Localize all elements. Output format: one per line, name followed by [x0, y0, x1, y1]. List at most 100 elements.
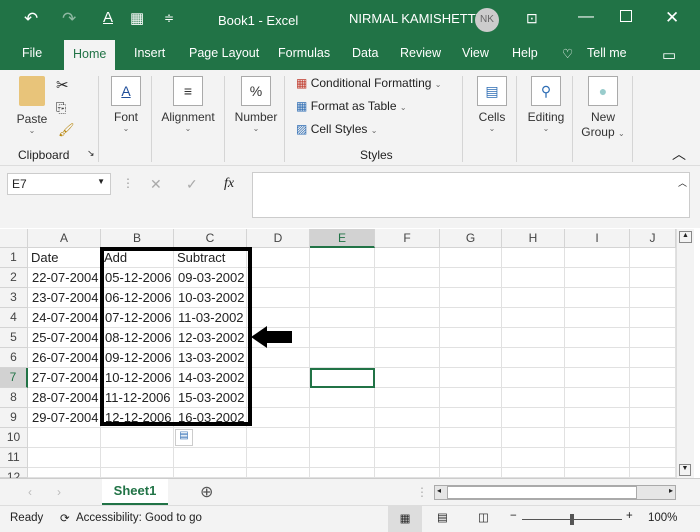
cell-I7[interactable]: [565, 368, 630, 388]
cell-E7[interactable]: [310, 368, 375, 388]
column-header-F[interactable]: F: [375, 229, 440, 248]
cell-D2[interactable]: [247, 268, 310, 288]
column-header-E[interactable]: E: [310, 229, 375, 248]
cell-H12[interactable]: [502, 468, 565, 478]
prev-sheet-icon[interactable]: ‹: [28, 485, 32, 499]
cell-C12[interactable]: [174, 468, 247, 478]
column-header-D[interactable]: D: [247, 229, 310, 248]
cell-D10[interactable]: [247, 428, 310, 448]
cell-F1[interactable]: [375, 248, 440, 268]
editing-button[interactable]: ⚲ Editing ⌄: [524, 76, 568, 133]
cell-I1[interactable]: [565, 248, 630, 268]
cell-E9[interactable]: [310, 408, 375, 428]
copy-icon[interactable]: ⎘: [56, 100, 66, 116]
row-header-12[interactable]: 12: [0, 468, 28, 484]
expand-formula-bar-icon[interactable]: ︿: [678, 176, 687, 189]
cell-I6[interactable]: [565, 348, 630, 368]
tab-data[interactable]: Data: [352, 46, 378, 60]
cell-G12[interactable]: [440, 468, 502, 478]
cell-H4[interactable]: [502, 308, 565, 328]
name-box-dropdown-icon[interactable]: ▼: [97, 177, 105, 186]
name-box[interactable]: E7 ▼: [7, 173, 111, 195]
cell-G2[interactable]: [440, 268, 502, 288]
cell-G7[interactable]: [440, 368, 502, 388]
cell-I2[interactable]: [565, 268, 630, 288]
insert-function-icon[interactable]: fx: [224, 176, 234, 192]
cell-B11[interactable]: [101, 448, 174, 468]
row-header-11[interactable]: 11: [0, 448, 28, 468]
row-header-7[interactable]: 7: [0, 368, 28, 388]
cell-F6[interactable]: [375, 348, 440, 368]
cell-G10[interactable]: [440, 428, 502, 448]
cell-J7[interactable]: [630, 368, 676, 388]
cell-H7[interactable]: [502, 368, 565, 388]
row-header-1[interactable]: 1: [0, 248, 28, 268]
format-as-table-button[interactable]: ▦ Format as Table ⌄: [296, 99, 407, 113]
cell-H8[interactable]: [502, 388, 565, 408]
cell-I12[interactable]: [565, 468, 630, 478]
cell-G11[interactable]: [440, 448, 502, 468]
cell-H1[interactable]: [502, 248, 565, 268]
ribbon-display-icon[interactable]: ⊡: [526, 10, 538, 27]
column-header-H[interactable]: H: [502, 229, 565, 248]
row-header-6[interactable]: 6: [0, 348, 28, 368]
cell-J5[interactable]: [630, 328, 676, 348]
cancel-icon[interactable]: ✕: [150, 176, 162, 193]
tab-insert[interactable]: Insert: [134, 46, 165, 60]
column-header-G[interactable]: G: [440, 229, 502, 248]
cell-H11[interactable]: [502, 448, 565, 468]
next-sheet-icon[interactable]: ›: [57, 485, 61, 499]
zoom-level[interactable]: 100%: [648, 512, 677, 524]
cell-F8[interactable]: [375, 388, 440, 408]
cell-B12[interactable]: [101, 468, 174, 478]
maximize-icon[interactable]: [620, 10, 632, 22]
cell-J1[interactable]: [630, 248, 676, 268]
select-all-button[interactable]: [0, 229, 28, 248]
cell-A6[interactable]: 26-07-2004: [28, 348, 101, 368]
clipboard-launcher-icon[interactable]: ↘: [87, 148, 95, 159]
cell-E2[interactable]: [310, 268, 375, 288]
cell-E12[interactable]: [310, 468, 375, 478]
borders-icon[interactable]: ▦: [130, 9, 144, 27]
new-group-button[interactable]: ● New Group ⌄: [578, 76, 628, 141]
scroll-down-icon[interactable]: ▼: [679, 464, 691, 476]
cell-B10[interactable]: [101, 428, 174, 448]
tab-formulas[interactable]: Formulas: [278, 46, 330, 60]
cell-A8[interactable]: 28-07-2004: [28, 388, 101, 408]
cell-I8[interactable]: [565, 388, 630, 408]
avatar[interactable]: NK: [475, 8, 499, 32]
cell-D1[interactable]: [247, 248, 310, 268]
cell-F5[interactable]: [375, 328, 440, 348]
cell-D6[interactable]: [247, 348, 310, 368]
cell-J11[interactable]: [630, 448, 676, 468]
accessibility-status[interactable]: Accessibility: Good to go: [76, 512, 202, 524]
cell-G9[interactable]: [440, 408, 502, 428]
row-header-2[interactable]: 2: [0, 268, 28, 288]
column-header-I[interactable]: I: [565, 229, 630, 248]
tab-file[interactable]: File: [22, 46, 42, 60]
cell-H3[interactable]: [502, 288, 565, 308]
row-header-10[interactable]: 10: [0, 428, 28, 448]
cell-D4[interactable]: [247, 308, 310, 328]
cell-A3[interactable]: 23-07-2004: [28, 288, 101, 308]
cell-A10[interactable]: [28, 428, 101, 448]
row-header-3[interactable]: 3: [0, 288, 28, 308]
cell-E8[interactable]: [310, 388, 375, 408]
close-icon[interactable]: ✕: [665, 8, 679, 28]
cell-A2[interactable]: 22-07-2004: [28, 268, 101, 288]
row-header-9[interactable]: 9: [0, 408, 28, 428]
comments-icon[interactable]: ▭: [662, 46, 676, 64]
cell-F2[interactable]: [375, 268, 440, 288]
cell-H6[interactable]: [502, 348, 565, 368]
column-header-C[interactable]: C: [174, 229, 247, 248]
cell-F9[interactable]: [375, 408, 440, 428]
cell-A12[interactable]: [28, 468, 101, 478]
cell-J9[interactable]: [630, 408, 676, 428]
tab-home[interactable]: Home: [64, 40, 116, 70]
horizontal-scrollbar[interactable]: ◂ ▸: [434, 485, 676, 500]
scroll-left-icon[interactable]: ◂: [437, 486, 441, 495]
cell-G8[interactable]: [440, 388, 502, 408]
enter-icon[interactable]: ✓: [186, 176, 198, 193]
tell-me-search[interactable]: Tell me: [587, 46, 627, 60]
cut-icon[interactable]: ✂: [56, 76, 69, 94]
